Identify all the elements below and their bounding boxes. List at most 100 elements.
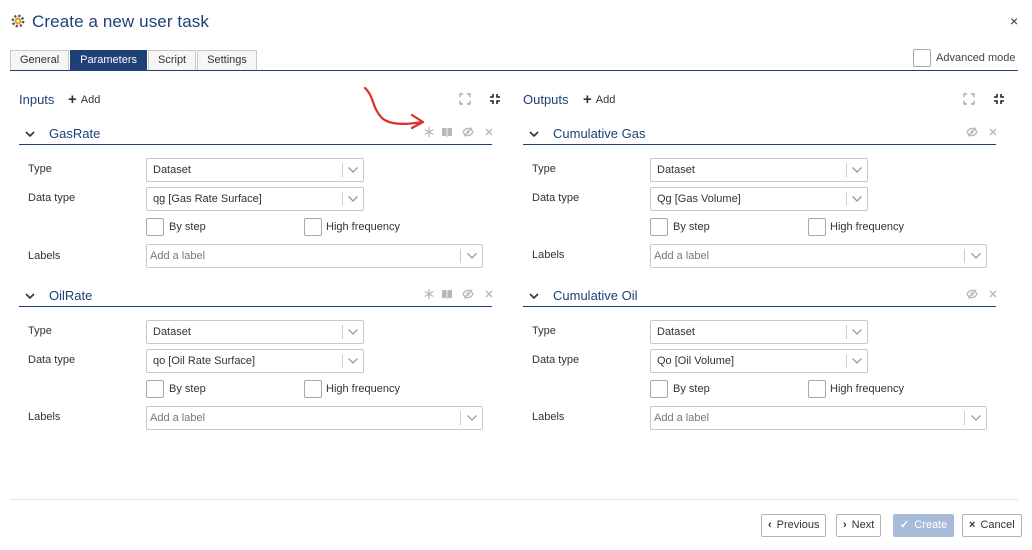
labels-placeholder: Add a label [654,412,710,424]
expand-icon[interactable] [963,93,975,105]
datatype-select-value: Qg [Gas Volume] [657,193,741,205]
type-select-value: Dataset [153,326,191,338]
labels-select[interactable]: Add a label [650,406,987,430]
datatype-select[interactable]: Qg [Gas Volume] [650,187,868,211]
asterisk-icon[interactable] [423,126,435,138]
high-frequency-checkbox[interactable] [808,380,826,398]
close-icon[interactable] [987,288,999,300]
tab-underline [10,70,1018,71]
asterisk-icon[interactable] [423,288,435,300]
high-frequency-checkbox[interactable] [304,380,322,398]
annotation-arrow [363,86,425,130]
collapse-icon[interactable] [489,93,501,105]
labels-select[interactable]: Add a label [146,244,483,268]
param-name-cumulative-gas[interactable]: Cumulative Gas [553,126,645,141]
outputs-title: Outputs [523,92,569,107]
eye-off-icon[interactable] [966,126,978,138]
chevron-down-icon[interactable] [24,129,36,139]
chevron-down-icon[interactable] [528,291,540,301]
chevron-down-icon[interactable] [24,291,36,301]
type-select[interactable]: Dataset [146,158,364,182]
add-output-button[interactable]: + Add [583,91,615,108]
by-step-checkbox[interactable] [146,380,164,398]
close-icon: × [969,519,976,531]
labels-placeholder: Add a label [150,412,206,424]
by-step-checkbox[interactable] [650,218,668,236]
type-select-value: Dataset [657,164,695,176]
high-frequency-label: High frequency [830,221,904,233]
footer-divider [10,499,1018,500]
advanced-mode-checkbox[interactable] [913,49,931,67]
datatype-select[interactable]: qo [Oil Rate Surface] [146,349,364,373]
tab-general[interactable]: General [10,50,70,70]
labels-select[interactable]: Add a label [146,406,483,430]
param-name-gasrate[interactable]: GasRate [49,126,100,141]
eye-off-icon[interactable] [462,126,474,138]
datatype-select-value: qg [Gas Rate Surface] [153,193,262,205]
next-label: Next [851,519,875,531]
param-name-oilrate[interactable]: OilRate [49,288,92,303]
expand-icon[interactable] [459,93,471,105]
by-step-checkbox[interactable] [146,218,164,236]
tab-script[interactable]: Script [148,50,197,70]
type-select[interactable]: Dataset [146,320,364,344]
add-input-label: Add [80,94,101,106]
gear-icon [11,14,25,28]
datatype-label: Data type [28,354,76,366]
previous-label: Previous [776,519,820,531]
chevron-down-icon [852,358,862,364]
cancel-button[interactable]: × Cancel [962,514,1022,537]
chevron-down-icon[interactable] [528,129,540,139]
high-frequency-label: High frequency [326,221,400,233]
close-icon[interactable] [987,126,999,138]
datatype-select[interactable]: qg [Gas Rate Surface] [146,187,364,211]
close-icon[interactable] [483,288,495,300]
datatype-select[interactable]: Qo [Oil Volume] [650,349,868,373]
plus-icon: + [583,91,592,108]
tab-settings[interactable]: Settings [197,50,257,70]
labels-select[interactable]: Add a label [650,244,987,268]
chevron-down-icon [971,253,981,259]
type-select[interactable]: Dataset [650,320,868,344]
labels-label: Labels [28,250,61,262]
chevron-right-icon: › [843,519,847,531]
chevron-down-icon [467,415,477,421]
labels-label: Labels [28,411,61,423]
high-frequency-checkbox[interactable] [808,218,826,236]
chevron-left-icon: ‹ [768,519,772,531]
labels-label: Labels [532,249,565,261]
advanced-mode-label: Advanced mode [936,52,1016,64]
type-label: Type [532,325,556,337]
check-icon: ✓ [900,519,910,531]
type-select[interactable]: Dataset [650,158,868,182]
type-select-value: Dataset [153,164,191,176]
type-select-value: Dataset [657,326,695,338]
eye-off-icon[interactable] [462,288,474,300]
chevron-down-icon [348,329,358,335]
by-step-checkbox[interactable] [650,380,668,398]
book-icon[interactable] [441,126,453,138]
add-input-button[interactable]: + Add [68,91,100,108]
chevron-down-icon [348,196,358,202]
by-step-label: By step [673,383,710,395]
by-step-label: By step [169,383,206,395]
book-icon[interactable] [441,288,453,300]
close-icon[interactable]: × [1010,13,1018,29]
param-divider [19,144,492,145]
inputs-title: Inputs [19,92,55,107]
close-icon[interactable] [483,126,495,138]
labels-label: Labels [532,411,565,423]
param-name-cumulative-oil[interactable]: Cumulative Oil [553,288,638,303]
datatype-select-value: Qo [Oil Volume] [657,355,735,367]
tab-bar: General Parameters Script Settings [10,50,258,70]
collapse-icon[interactable] [993,93,1005,105]
next-button[interactable]: › Next [836,514,882,537]
chevron-down-icon [348,167,358,173]
tab-parameters[interactable]: Parameters [70,50,147,70]
create-button[interactable]: ✓ Create [893,514,955,537]
high-frequency-checkbox[interactable] [304,218,322,236]
by-step-label: By step [673,221,710,233]
datatype-label: Data type [28,192,76,204]
previous-button[interactable]: ‹ Previous [761,514,827,537]
eye-off-icon[interactable] [966,288,978,300]
